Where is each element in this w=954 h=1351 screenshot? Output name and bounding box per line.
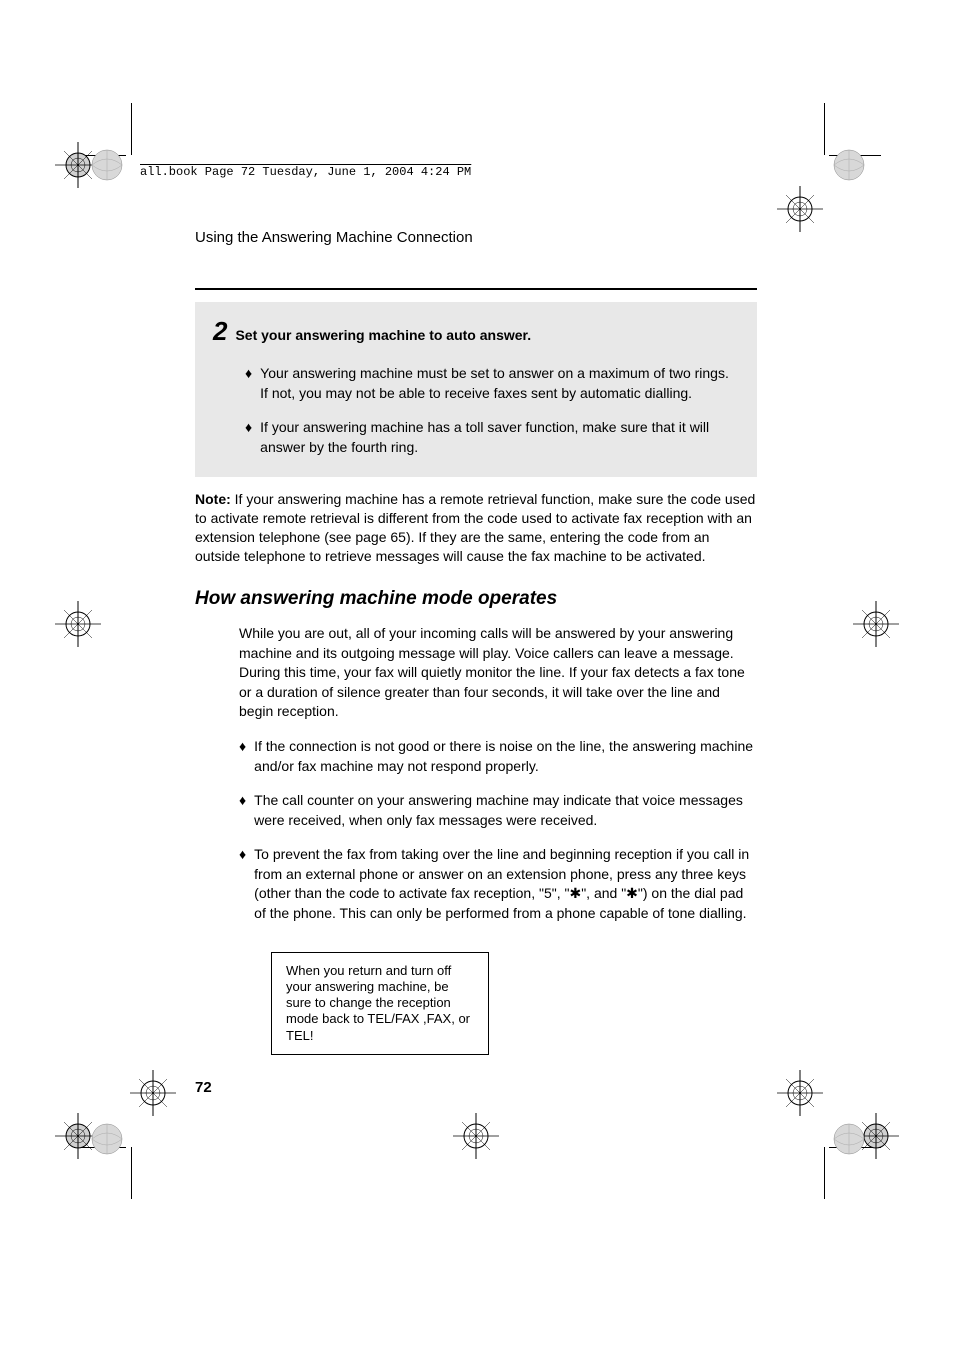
registration-mark-icon <box>777 186 823 232</box>
corner-globe-icon <box>90 1122 124 1156</box>
callout-box: When you return and turn off your answer… <box>271 952 489 1055</box>
note-paragraph: Note: If your answering machine has a re… <box>195 490 757 566</box>
content-divider <box>195 288 757 290</box>
bullet-icon: ♦ <box>245 364 252 403</box>
bullet-icon: ♦ <box>239 737 246 776</box>
note-body: If your answering machine has a remote r… <box>195 491 755 564</box>
corner-globe-icon <box>90 148 124 182</box>
section-bullet: ♦ The call counter on your answering mac… <box>239 791 757 830</box>
section-bullet: ♦ To prevent the fax from taking over th… <box>239 845 757 923</box>
note-label: Note: <box>195 491 231 507</box>
main-content: 2 Set your answering machine to auto ans… <box>195 288 757 1055</box>
registration-mark-icon <box>453 1113 499 1159</box>
bullet-text: To prevent the fax from taking over the … <box>254 845 757 923</box>
corner-globe-icon <box>832 1122 866 1156</box>
section-bullet-list: ♦ If the connection is not good or there… <box>195 737 757 924</box>
file-header-text: all.book Page 72 Tuesday, June 1, 2004 4… <box>140 165 471 179</box>
bullet-text: If your answering machine has a toll sav… <box>260 418 739 457</box>
registration-mark-icon <box>130 1070 176 1116</box>
step-number: 2 <box>213 316 227 347</box>
step-title: Set your answering machine to auto answe… <box>235 327 531 343</box>
section-bullet: ♦ If the connection is not good or there… <box>239 737 757 776</box>
bullet-icon: ♦ <box>239 845 246 923</box>
section-intro: While you are out, all of your incoming … <box>239 624 757 722</box>
corner-globe-icon <box>832 148 866 182</box>
step-bullet: ♦ If your answering machine has a toll s… <box>245 418 739 457</box>
registration-mark-icon <box>55 601 101 647</box>
page-number: 72 <box>195 1079 212 1096</box>
registration-mark-icon <box>777 1070 823 1116</box>
registration-mark-icon <box>853 601 899 647</box>
bullet-text: If the connection is not good or there i… <box>254 737 757 776</box>
bullet-icon: ♦ <box>239 791 246 830</box>
bullet-text: The call counter on your answering machi… <box>254 791 757 830</box>
step-box: 2 Set your answering machine to auto ans… <box>195 302 757 477</box>
bullet-text: Your answering machine must be set to an… <box>260 364 739 403</box>
bullet-icon: ♦ <box>245 418 252 457</box>
page-section-title: Using the Answering Machine Connection <box>195 229 473 246</box>
step-bullet: ♦ Your answering machine must be set to … <box>245 364 739 403</box>
section-heading: How answering machine mode operates <box>195 588 757 610</box>
